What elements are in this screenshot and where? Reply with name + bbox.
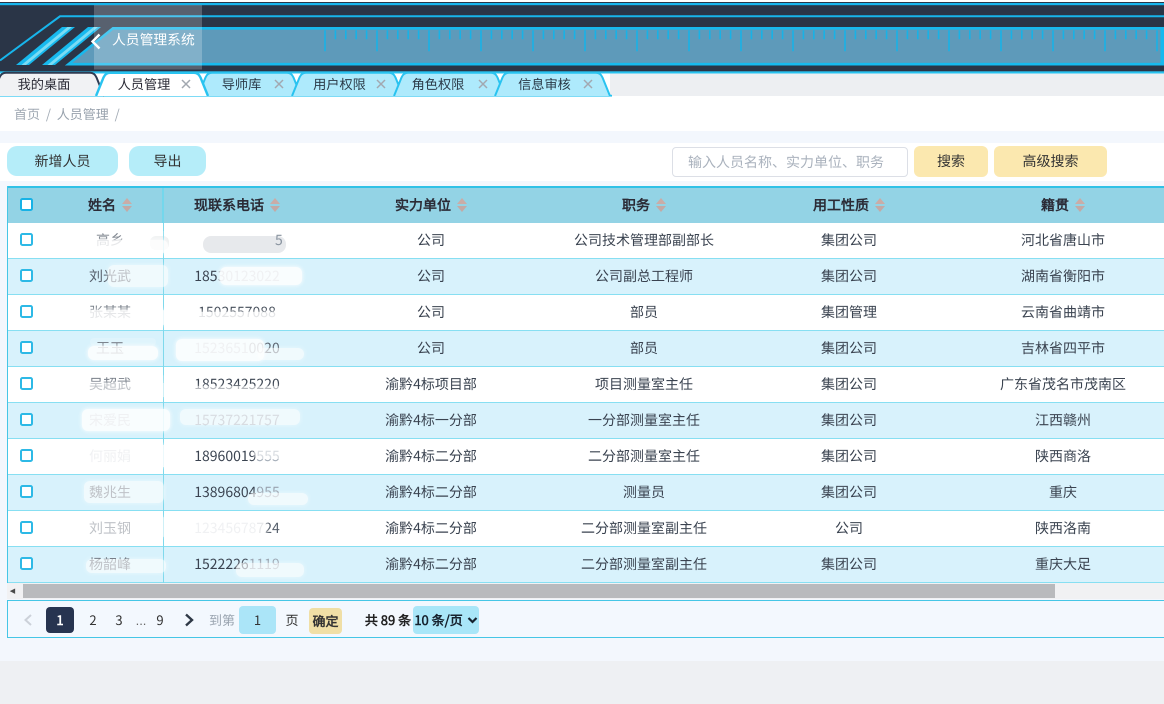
svg-text:用户权限: 用户权限 bbox=[313, 74, 366, 93]
svg-text:人员管理: 人员管理 bbox=[118, 74, 171, 93]
svg-text:导师库: 导师库 bbox=[222, 74, 262, 93]
svg-text:角色权限: 角色权限 bbox=[412, 74, 465, 93]
svg-text:我的桌面: 我的桌面 bbox=[18, 74, 71, 93]
svg-text:信息审核: 信息审核 bbox=[518, 74, 571, 93]
svg-text:人员管理系统: 人员管理系统 bbox=[112, 29, 195, 49]
